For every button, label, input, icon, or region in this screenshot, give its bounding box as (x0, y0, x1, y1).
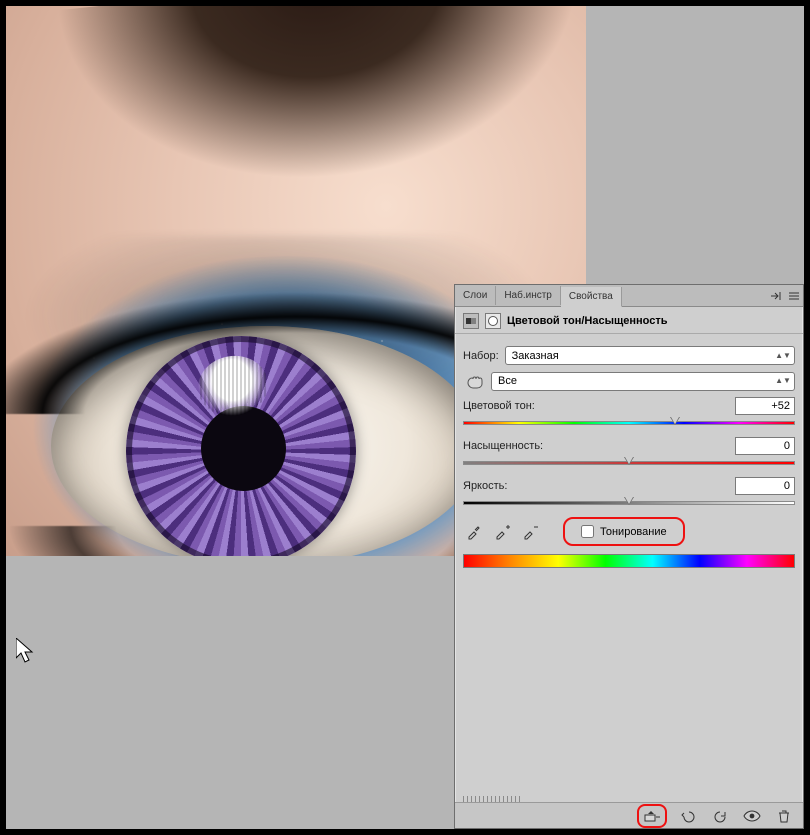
colorize-checkbox[interactable]: Тонирование (573, 521, 675, 542)
trash-icon[interactable] (773, 806, 795, 826)
colorize-label: Тонирование (600, 526, 667, 538)
reset-icon[interactable] (709, 806, 731, 826)
adjustment-icon[interactable] (463, 313, 479, 329)
channel-select[interactable]: Все ▲▼ (491, 372, 795, 391)
properties-panel: Слои Наб.инстр Свойства Цветовой тон (454, 284, 804, 829)
lightness-label: Яркость: (463, 480, 507, 492)
visibility-icon[interactable] (741, 806, 763, 826)
workspace-empty-area (586, 6, 804, 284)
clip-callout (637, 804, 667, 828)
saturation-value[interactable] (735, 437, 795, 455)
lightness-slider[interactable] (463, 497, 795, 509)
lightness-value[interactable] (735, 477, 795, 495)
collapse-icon[interactable] (767, 287, 785, 305)
hand-scrubby-icon[interactable] (463, 371, 485, 391)
colorize-input[interactable] (581, 525, 594, 538)
color-range-strip[interactable] (463, 554, 795, 568)
preset-value: Заказная (512, 350, 559, 362)
panel-title: Цветовой тон/Насыщенность (507, 315, 668, 327)
updown-icon: ▲▼ (778, 353, 788, 359)
channel-value: Все (498, 375, 517, 387)
saturation-slider[interactable] (463, 457, 795, 469)
tab-tool-presets[interactable]: Наб.инстр (496, 286, 561, 305)
mask-icon[interactable] (485, 313, 501, 329)
updown-icon: ▲▼ (778, 378, 788, 384)
tab-layers[interactable]: Слои (455, 286, 496, 305)
eyedropper-icon[interactable] (463, 522, 485, 542)
eyedropper-minus-icon[interactable] (519, 522, 541, 542)
clip-to-layer-icon[interactable] (641, 806, 663, 826)
preset-label: Набор: (463, 350, 499, 362)
hue-slider[interactable] (463, 417, 795, 429)
saturation-label: Насыщенность: (463, 440, 543, 452)
hue-label: Цветовой тон: (463, 400, 535, 412)
previous-state-icon[interactable] (677, 806, 699, 826)
eyedropper-plus-icon[interactable] (491, 522, 513, 542)
hue-value[interactable] (735, 397, 795, 415)
colorize-callout: Тонирование (563, 517, 685, 546)
preset-select[interactable]: Заказная ▲▼ (505, 346, 795, 365)
tab-properties[interactable]: Свойства (561, 287, 622, 307)
panel-menu-icon[interactable] (785, 287, 803, 305)
